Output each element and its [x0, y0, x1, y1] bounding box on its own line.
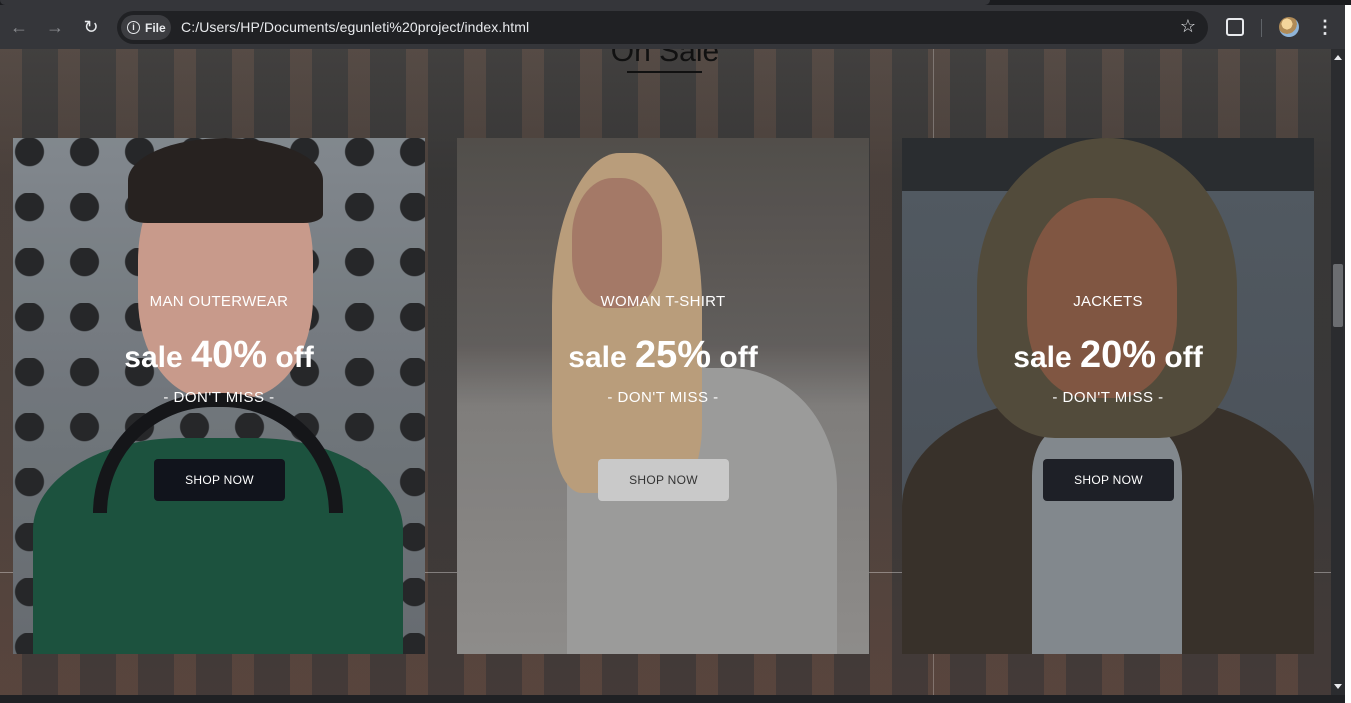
site-info-label: File — [145, 20, 166, 35]
forward-icon[interactable]: → — [41, 13, 69, 41]
section-title: On Sale — [610, 49, 720, 68]
shop-now-button[interactable]: SHOP NOW — [598, 459, 729, 501]
info-icon: i — [127, 21, 140, 34]
card-tagline: - DON'T MISS - — [1052, 389, 1164, 406]
reload-icon[interactable]: ↻ — [77, 13, 105, 41]
sale-percent: 25% — [635, 334, 712, 376]
sale-suffix: off — [719, 341, 758, 374]
toolbar-divider — [1261, 19, 1262, 37]
card-category: WOMAN T-SHIRT — [600, 293, 726, 310]
title-underline — [627, 71, 702, 73]
sale-card-man-outerwear: MAN OUTERWEAR sale 40% off - DON'T MISS … — [13, 138, 425, 654]
page-viewport: On Sale MAN OUTERWEAR sale 40% off - DON… — [0, 49, 1331, 695]
card-sale-text: sale 20% off — [902, 334, 1314, 377]
window-right-edge — [1345, 5, 1351, 703]
scrollbar-thumb[interactable] — [1333, 264, 1343, 327]
card-tagline: - DON'T MISS - — [163, 389, 275, 406]
extensions-icon[interactable] — [1226, 18, 1244, 36]
site-info-chip[interactable]: i File — [121, 15, 171, 40]
card-sale-text: sale 25% off — [457, 334, 869, 377]
sale-percent: 40% — [191, 334, 268, 376]
vertical-scrollbar[interactable] — [1331, 49, 1345, 695]
scroll-up-arrow-icon[interactable] — [1334, 55, 1342, 60]
shop-now-button[interactable]: SHOP NOW — [1043, 459, 1174, 501]
window-bottom-edge — [0, 695, 1351, 703]
sale-prefix: sale — [124, 341, 183, 374]
card-sale-text: sale 40% off — [13, 334, 425, 377]
sale-suffix: off — [275, 341, 314, 374]
card-category: JACKETS — [1073, 293, 1143, 310]
address-bar[interactable]: i File C:/Users/HP/Documents/egunleti%20… — [117, 11, 1208, 44]
card-category: MAN OUTERWEAR — [149, 293, 289, 310]
card-tagline: - DON'T MISS - — [607, 389, 719, 406]
scroll-down-arrow-icon[interactable] — [1334, 684, 1342, 689]
sale-prefix: sale — [568, 341, 627, 374]
url-text[interactable]: C:/Users/HP/Documents/egunleti%20project… — [181, 19, 529, 35]
shop-now-button[interactable]: SHOP NOW — [154, 459, 285, 501]
profile-avatar[interactable] — [1279, 17, 1299, 37]
sale-suffix: off — [1164, 341, 1203, 374]
browser-toolbar: ← → ↻ i File C:/Users/HP/Documents/egunl… — [0, 5, 1345, 49]
sale-card-jackets: JACKETS sale 20% off - DON'T MISS - SHOP… — [902, 138, 1314, 654]
star-icon[interactable]: ☆ — [1180, 16, 1196, 37]
sale-card-woman-tshirt: WOMAN T-SHIRT sale 25% off - DON'T MISS … — [457, 138, 869, 654]
sale-prefix: sale — [1013, 341, 1072, 374]
menu-icon[interactable]: ⋮ — [1316, 13, 1334, 41]
sale-percent: 20% — [1080, 334, 1157, 376]
back-icon[interactable]: ← — [5, 13, 33, 41]
